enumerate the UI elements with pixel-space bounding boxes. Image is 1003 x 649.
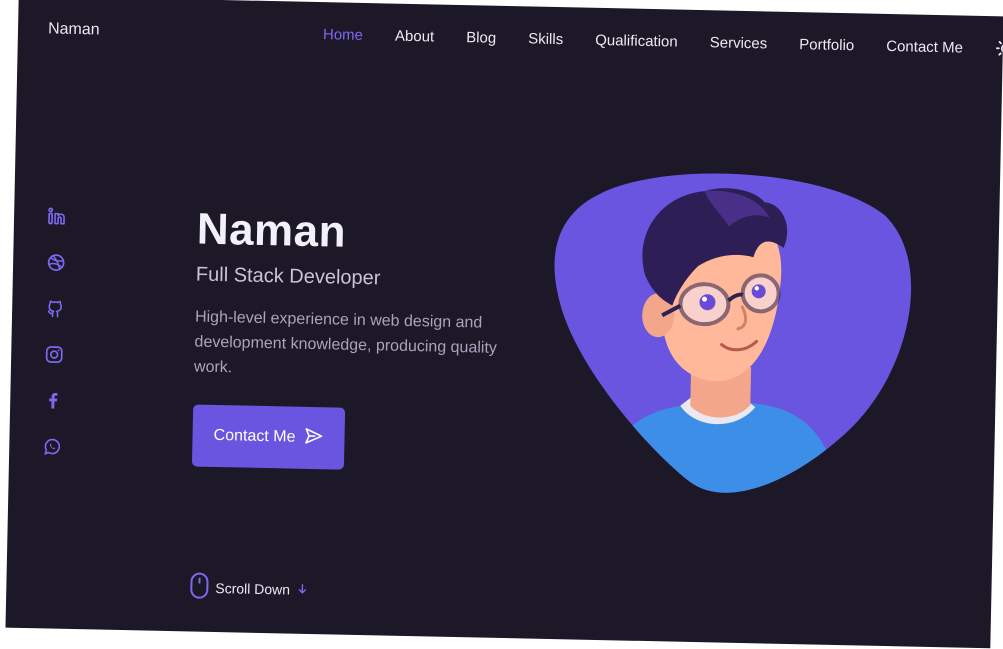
- browser-viewport: Naman Home About Blog Skills Qualificati…: [5, 0, 1003, 649]
- hero-title: Naman: [196, 204, 347, 257]
- main-nav: Home About Blog Skills Qualification Ser…: [323, 26, 963, 56]
- contact-me-button[interactable]: Contact Me: [191, 404, 346, 470]
- contact-button-label: Contact Me: [213, 426, 296, 446]
- sun-icon[interactable]: [995, 38, 1003, 58]
- dribbble-icon[interactable]: [46, 252, 66, 272]
- nav-services[interactable]: Services: [710, 34, 768, 52]
- linkedin-icon[interactable]: [47, 206, 67, 226]
- nav-qualification[interactable]: Qualification: [595, 32, 678, 51]
- nav-skills[interactable]: Skills: [528, 30, 563, 48]
- scroll-down-label: Scroll Down: [215, 579, 291, 598]
- brand-logo[interactable]: Naman: [48, 20, 100, 39]
- nav-home[interactable]: Home: [323, 26, 363, 44]
- scroll-down-link[interactable]: Scroll Down: [189, 571, 308, 604]
- mouse-icon: [189, 571, 210, 602]
- nav-blog[interactable]: Blog: [466, 29, 496, 47]
- nav-about[interactable]: About: [395, 28, 435, 46]
- page: Naman Home About Blog Skills Qualificati…: [0, 0, 1003, 649]
- social-links: [42, 206, 67, 456]
- send-icon: [303, 425, 324, 450]
- avatar-illustration: [548, 163, 915, 500]
- nav-portfolio[interactable]: Portfolio: [799, 36, 854, 54]
- instagram-icon[interactable]: [44, 344, 64, 364]
- hero-subtitle: Full Stack Developer: [195, 263, 381, 290]
- nav-contact[interactable]: Contact Me: [886, 38, 963, 57]
- hero-description: High-level experience in web design and …: [193, 308, 498, 377]
- facebook-icon[interactable]: [43, 390, 63, 410]
- github-icon[interactable]: [45, 298, 65, 318]
- whatsapp-icon[interactable]: [42, 436, 62, 456]
- arrow-down-icon: [296, 581, 308, 597]
